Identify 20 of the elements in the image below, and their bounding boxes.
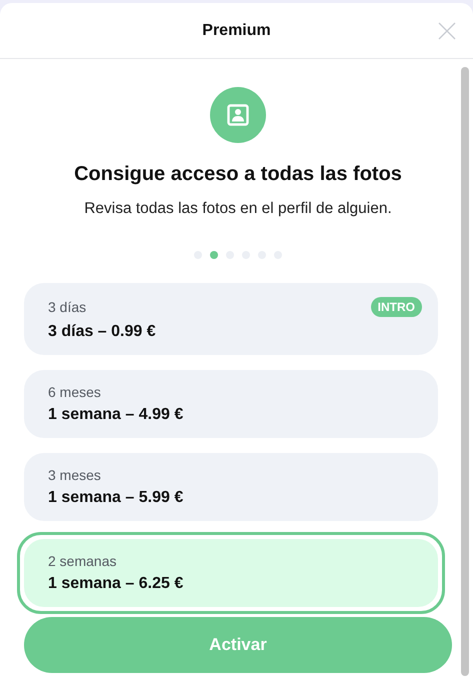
plan-price: 1 semana – 4.99 € [48, 406, 184, 424]
plan-card[interactable]: 6 meses 1 semana – 4.99 € [24, 370, 438, 438]
plan-duration: 6 meses [48, 384, 101, 400]
feature-title: Consigue acceso a todas las fotos [74, 163, 402, 186]
close-icon[interactable] [438, 22, 456, 40]
plan-price: 3 días – 0.99 € [48, 323, 157, 341]
plan-card[interactable]: 3 días INTRO 3 días – 0.99 € [24, 283, 438, 355]
photo-portrait-icon [210, 87, 266, 143]
dialog-title: Premium [202, 22, 271, 40]
plan-card[interactable]: 2 semanas 1 semana – 6.25 € [17, 532, 445, 614]
intro-badge: INTRO [370, 297, 422, 317]
plan-duration: 3 días [48, 299, 86, 315]
plan-card[interactable]: 3 meses 1 semana – 5.99 € [24, 453, 438, 521]
carousel-dot[interactable] [210, 251, 218, 259]
scrollbar[interactable] [461, 67, 469, 676]
plan-duration: 2 semanas [48, 553, 116, 569]
feature-description: Revisa todas las fotos en el perfil de alguien. [84, 200, 392, 218]
plan-price: 1 semana – 5.99 € [48, 489, 184, 507]
plan-price: 1 semana – 6.25 € [48, 575, 184, 593]
plan-duration: 3 meses [48, 467, 101, 483]
